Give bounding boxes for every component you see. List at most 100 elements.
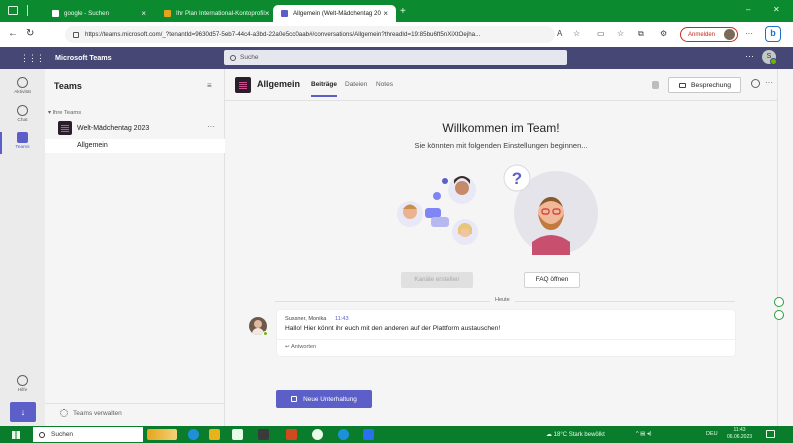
new-conversation-button[interactable]: Neue Unterhaltung: [276, 390, 372, 408]
address-bar[interactable]: https://teams.microsoft.com/_?tenantId=9…: [65, 26, 555, 43]
google-favicon-icon: [52, 10, 59, 17]
download-icon: ↓: [20, 407, 26, 417]
teams-icon: [17, 132, 28, 143]
collections-icon[interactable]: ⧉: [638, 29, 644, 39]
clock-date: 06.06.2023: [727, 434, 753, 440]
channel-item-allgemein[interactable]: Allgemein: [45, 139, 225, 153]
rail-label: Chat: [17, 118, 28, 123]
pane-title: Teams: [54, 81, 82, 91]
browser-tab-strip: google - Suchen × Ihr Plan International…: [0, 0, 793, 22]
browser-tab-google[interactable]: google - Suchen ×: [44, 5, 154, 22]
search-input[interactable]: Suche: [224, 50, 567, 65]
extensions-icon[interactable]: ⚙: [660, 29, 667, 38]
read-aloud-icon[interactable]: A: [557, 29, 562, 38]
clock-time: 11:43: [733, 427, 746, 433]
team-row[interactable]: Welt-Mädchentag 2023 ···: [45, 119, 225, 139]
taskbar-search-label: Suchen: [51, 431, 74, 438]
more-options-icon[interactable]: ···: [765, 78, 773, 87]
close-window-icon[interactable]: ✕: [773, 5, 780, 14]
windows-start-icon[interactable]: [12, 431, 20, 439]
taskbar-search[interactable]: Suchen: [33, 427, 143, 442]
app-bar: Aktivität Chat Teams Hilfe: [0, 69, 45, 426]
participants-icon[interactable]: [652, 81, 659, 89]
app-icon[interactable]: [258, 429, 269, 440]
person-face: [455, 181, 469, 195]
filter-icon[interactable]: ≡: [207, 81, 212, 90]
edge-sidebar-app-icon[interactable]: [774, 310, 784, 320]
app-launcher-icon[interactable]: ⋮⋮⋮: [20, 53, 45, 64]
notification-icon[interactable]: [766, 430, 775, 438]
close-tab-icon[interactable]: ×: [383, 9, 388, 18]
tab-posts[interactable]: Beiträge: [311, 81, 338, 97]
minimize-icon[interactable]: –: [746, 5, 750, 14]
close-tab-icon[interactable]: ×: [265, 9, 270, 18]
rail-item-chat[interactable]: Chat: [0, 105, 45, 123]
powerpoint-icon[interactable]: [286, 429, 297, 440]
settings-icon[interactable]: [312, 429, 323, 440]
edge-sidebar-gear-icon[interactable]: [774, 297, 784, 307]
url-text: https://teams.microsoft.com/_?tenantId=9…: [85, 31, 481, 38]
team-more-icon[interactable]: ···: [207, 122, 215, 131]
message-author: Sussner, Monika: [285, 316, 327, 322]
teams-favicon-icon: [281, 10, 288, 17]
location-pin-icon: [433, 192, 441, 200]
news-widget-icon[interactable]: [147, 429, 177, 440]
message-text: Hallo! Hier könnt ihr euch mit den ander…: [285, 325, 501, 332]
reply-button[interactable]: ↩ Antworten: [285, 344, 316, 350]
your-teams-group[interactable]: ▾ Ihre Teams: [48, 110, 81, 116]
manage-teams-button[interactable]: Teams verwalten: [45, 403, 225, 423]
rail-item-help[interactable]: Hilfe: [0, 375, 45, 393]
network-icon: ▤: [640, 431, 646, 437]
teams-header: ⋮⋮⋮ Microsoft Teams Suche ··· S: [0, 47, 793, 69]
plan-favicon-icon: [164, 10, 171, 17]
browser-icon[interactable]: [338, 429, 349, 440]
clock[interactable]: 11:43 06.06.2023: [727, 427, 752, 441]
tab-actions-icon[interactable]: [8, 6, 18, 15]
tab-files[interactable]: Dateien: [345, 81, 367, 88]
weather-widget[interactable]: ☁ 18°C Stark bewölkt: [546, 431, 605, 438]
create-channels-button[interactable]: Kanäle erstellen: [401, 272, 473, 288]
team-name: Welt-Mädchentag 2023: [77, 125, 150, 132]
channel-main: Allgemein Beiträge Dateien Notes Besprec…: [225, 69, 777, 426]
message-time: 11:43: [335, 316, 349, 322]
tab-label: Ihr Plan International-Kontoprofil: [176, 10, 265, 17]
help-icon: [17, 375, 28, 386]
tab-notes[interactable]: Notes: [376, 81, 393, 88]
rail-label: Teams: [15, 145, 30, 150]
edge-icon[interactable]: [188, 429, 199, 440]
refresh-icon[interactable]: ↻: [26, 28, 34, 39]
app-icon[interactable]: [363, 429, 374, 440]
lock-icon: [73, 31, 79, 38]
browser-tab-teams[interactable]: Allgemein (Welt-Mädchentag 20 ×: [273, 5, 396, 22]
bing-icon[interactable]: b: [765, 26, 781, 42]
rail-item-activity[interactable]: Aktivität: [0, 77, 45, 95]
rail-item-teams[interactable]: Teams: [0, 132, 45, 154]
new-tab-icon[interactable]: +: [400, 6, 406, 17]
meet-button[interactable]: Besprechung: [668, 77, 741, 93]
language-indicator[interactable]: DEU: [706, 431, 718, 437]
browser-toolbar: ← ↻ https://teams.microsoft.com/_?tenant…: [0, 22, 793, 47]
browser-menu-icon[interactable]: ···: [745, 29, 753, 38]
chevron-up-icon: ^: [636, 431, 639, 437]
sign-in-button[interactable]: Anmelden: [680, 27, 738, 42]
taskbar: Suchen ☁ 18°C Stark bewölkt ^ ▤ ◂) DEU 1…: [0, 426, 793, 443]
channel-header: Allgemein Beiträge Dateien Notes Besprec…: [225, 69, 777, 101]
user-avatar[interactable]: S: [762, 50, 777, 65]
teams-list-pane: Teams ≡ ▾ Ihre Teams Welt-Mädchentag 202…: [45, 69, 225, 426]
settings-more-icon[interactable]: ···: [745, 51, 754, 61]
split-screen-icon[interactable]: ▭: [597, 29, 605, 38]
rail-label: Aktivität: [14, 90, 31, 95]
favorite-star-icon[interactable]: ☆: [573, 29, 580, 38]
system-tray[interactable]: ^ ▤ ◂): [636, 431, 651, 437]
open-faq-button[interactable]: FAQ öffnen: [524, 272, 580, 288]
favorites-icon[interactable]: ☆: [617, 29, 624, 38]
file-explorer-icon[interactable]: [209, 429, 220, 440]
channel-title: Allgemein: [257, 79, 301, 89]
close-tab-icon[interactable]: ×: [141, 9, 146, 18]
browser-tab-plan[interactable]: Ihr Plan International-Kontoprofil ×: [156, 5, 271, 22]
back-icon[interactable]: ←: [8, 28, 18, 39]
store-icon[interactable]: [232, 429, 243, 440]
message-card[interactable]: Sussner, Monika 11:43 Hallo! Hier könnt …: [277, 310, 735, 356]
download-app-button[interactable]: ↓: [10, 402, 36, 422]
info-icon[interactable]: [751, 79, 760, 88]
